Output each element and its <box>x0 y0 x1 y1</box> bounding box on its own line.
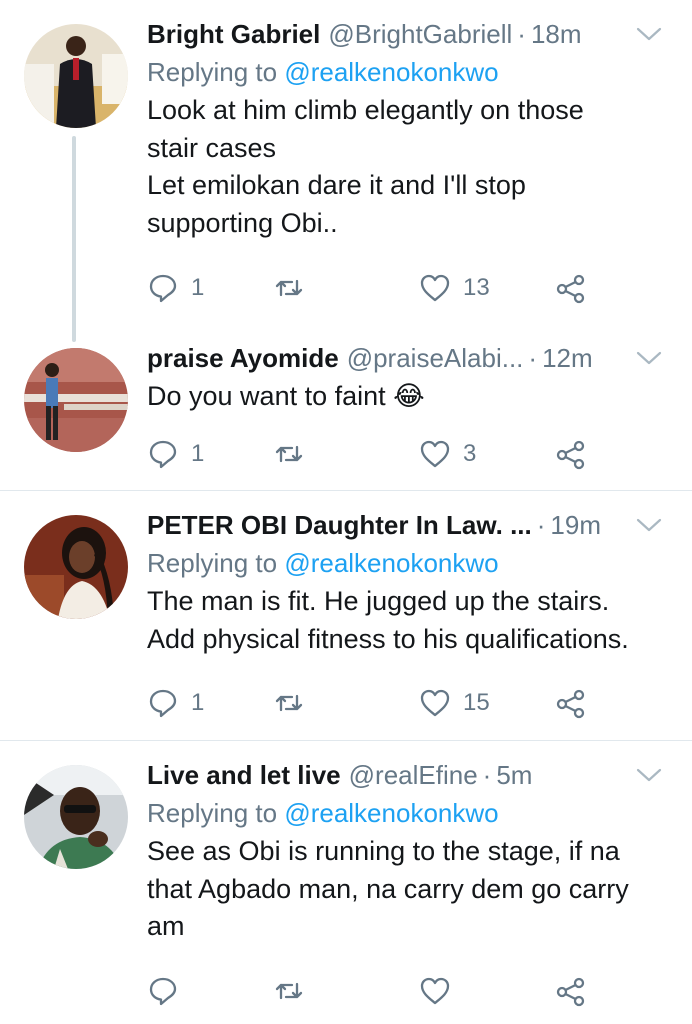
chevron-down-icon[interactable] <box>634 513 664 537</box>
avatar[interactable] <box>24 348 128 452</box>
timestamp[interactable]: 18m <box>531 16 582 52</box>
tweet-text-line: am <box>147 911 185 941</box>
like-button[interactable] <box>419 971 451 1011</box>
retweet-icon <box>275 694 303 712</box>
reply-count: 1 <box>191 689 205 716</box>
tweet-text-line: supporting Obi.. <box>147 207 338 238</box>
tweet-text-line: Look at him climb elegantly on those <box>147 95 584 125</box>
display-name[interactable]: praise Ayomide <box>147 340 339 376</box>
username-handle[interactable]: @realEfine <box>349 757 478 793</box>
like-icon <box>420 440 450 468</box>
tweet-text: See as Obi is running to the stage, if n… <box>147 833 664 946</box>
share-icon <box>556 274 585 304</box>
separator-dot: · <box>528 343 538 373</box>
like-icon <box>420 274 450 302</box>
timestamp[interactable]: 5m <box>496 757 532 793</box>
replying-to-label: Replying to @realkenokonkwo <box>147 54 664 90</box>
reply-icon <box>149 274 177 303</box>
replying-to-label: Replying to @realkenokonkwo <box>147 795 664 831</box>
tweet-text: Do you want to faint 😂 <box>147 378 664 416</box>
like-count: 3 <box>463 440 477 467</box>
retweet-button[interactable] <box>273 434 317 474</box>
tweet-bright-gabriel[interactable]: Bright Gabriel @BrightGabriell · 18m Rep… <box>0 0 692 340</box>
display-name[interactable]: Live and let live <box>147 757 341 793</box>
reply-button[interactable]: 1 <box>147 268 204 308</box>
retweet-icon <box>275 445 303 463</box>
display-name[interactable]: Bright Gabriel <box>147 16 320 52</box>
share-icon <box>556 689 585 719</box>
reply-icon <box>149 440 177 469</box>
retweet-button[interactable] <box>273 268 317 308</box>
replying-to-mention[interactable]: @realkenokonkwo <box>284 57 498 87</box>
reply-button[interactable]: 1 <box>147 683 204 723</box>
display-name[interactable]: PETER OBI Daughter In Law. ... <box>147 507 532 543</box>
like-button[interactable]: 15 <box>419 683 490 723</box>
like-count: 13 <box>463 274 490 301</box>
tweet-text-line: See as Obi is running to the stage, if n… <box>147 836 620 866</box>
avatar[interactable] <box>24 515 128 619</box>
like-button[interactable]: 13 <box>419 268 490 308</box>
reply-icon <box>149 689 177 718</box>
like-button[interactable]: 3 <box>419 434 476 474</box>
tweet-text-line: Let emilokan dare it and I'll stop <box>147 170 526 200</box>
share-button[interactable] <box>555 971 587 1011</box>
share-button[interactable] <box>555 268 587 308</box>
tweet-text-line: that Agbado man, na carry dem go carry <box>147 873 629 904</box>
tweet-text-line: Add physical fitness to his qualificatio… <box>147 623 629 654</box>
retweet-button[interactable] <box>273 971 305 1011</box>
tweet-actions: 1 3 <box>147 434 607 474</box>
like-count: 15 <box>463 689 490 716</box>
reply-button[interactable] <box>147 971 179 1011</box>
replying-to-prefix: Replying to <box>147 548 278 578</box>
share-button[interactable] <box>555 683 587 723</box>
chevron-down-icon[interactable] <box>634 22 664 46</box>
tweet-praise-ayomide[interactable]: praise Ayomide @praiseAlabi... · 12m Do … <box>0 340 692 490</box>
replying-to-prefix: Replying to <box>147 798 278 828</box>
tweet-text-line: The man is fit. He jugged up the stairs. <box>147 586 610 616</box>
username-handle[interactable]: @BrightGabriell <box>328 16 512 52</box>
replying-to-prefix: Replying to <box>147 57 278 87</box>
timestamp[interactable]: 19m <box>550 507 601 543</box>
tweet-live-and-let-live[interactable]: Live and let live @realEfine · 5m Replyi… <box>0 741 692 1024</box>
avatar[interactable] <box>24 765 128 869</box>
tweet-peter-obi-daughter[interactable]: PETER OBI Daughter In Law. ... · 19m Rep… <box>0 491 692 740</box>
tweet-actions: 1 13 <box>147 268 607 308</box>
retweet-icon <box>275 982 303 1000</box>
replying-to-mention[interactable]: @realkenokonkwo <box>284 798 498 828</box>
share-icon <box>556 977 585 1007</box>
retweet-icon <box>275 279 303 297</box>
tweet-text: The man is fit. He jugged up the stairs.… <box>147 583 664 658</box>
avatar[interactable] <box>24 24 128 128</box>
reply-count: 1 <box>191 440 205 467</box>
tweet-actions: 1 15 <box>147 683 607 723</box>
separator-dot: · <box>517 19 526 49</box>
share-icon <box>556 440 585 470</box>
username-handle[interactable]: @praiseAlabi... <box>347 340 524 376</box>
tweet-text: Look at him climb elegantly on those sta… <box>147 92 664 242</box>
chevron-down-icon[interactable] <box>634 346 664 370</box>
reply-count: 1 <box>191 274 205 301</box>
tweet-actions <box>147 971 607 1011</box>
chevron-down-icon[interactable] <box>634 763 664 787</box>
reply-icon <box>149 977 177 1006</box>
like-icon <box>420 689 450 717</box>
like-icon <box>420 977 450 1005</box>
tweet-text-line: Do you want to faint 😂 <box>147 381 425 411</box>
separator-dot: · <box>536 510 546 540</box>
separator-dot: · <box>482 760 492 790</box>
retweet-button[interactable] <box>273 683 317 723</box>
timestamp[interactable]: 12m <box>542 340 593 376</box>
replying-to-label: Replying to @realkenokonkwo <box>147 545 664 581</box>
reply-button[interactable]: 1 <box>147 434 204 474</box>
replying-to-mention[interactable]: @realkenokonkwo <box>284 548 498 578</box>
tweet-text-line: stair cases <box>147 132 277 163</box>
share-button[interactable] <box>555 434 587 474</box>
